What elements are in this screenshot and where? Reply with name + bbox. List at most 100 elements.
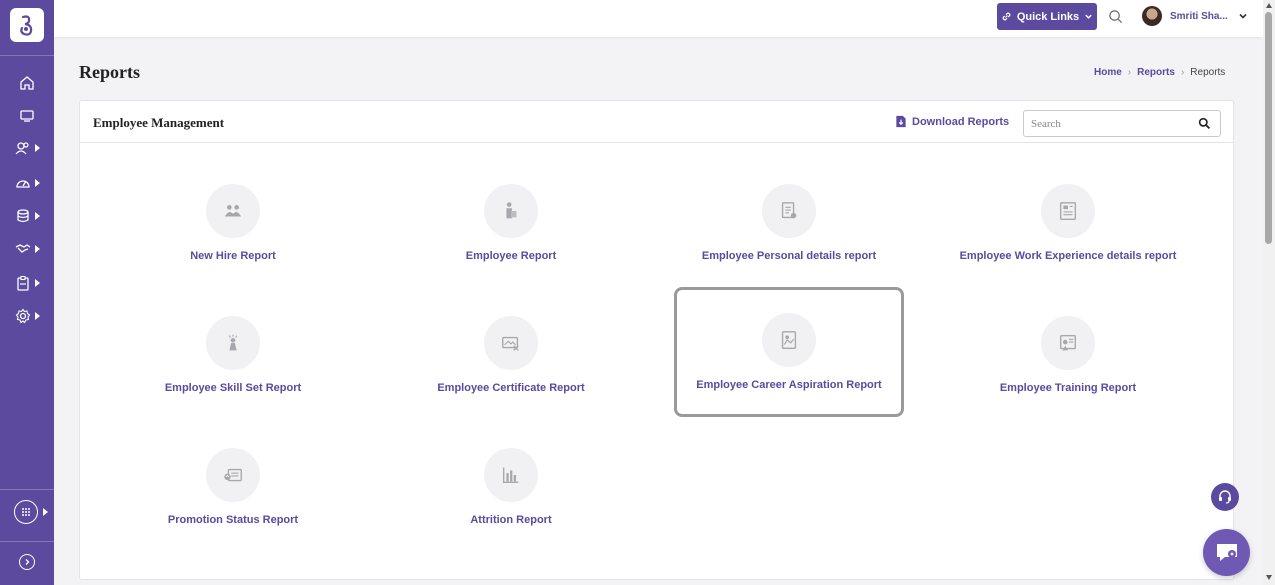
sidebar-expand-button[interactable] <box>19 554 35 570</box>
skill-set-icon <box>228 334 238 351</box>
gauge-icon <box>15 180 30 188</box>
user-name[interactable]: Smriti Sha... <box>1170 11 1228 22</box>
new-hire-icon <box>224 205 242 217</box>
report-label: Employee Personal details report <box>701 250 877 262</box>
download-reports-label: Download Reports <box>912 115 1010 128</box>
work-experience-icon <box>1059 202 1077 220</box>
tile-icon-circle <box>484 184 538 238</box>
download-reports-button[interactable]: Download Reports <box>895 115 1009 128</box>
chevron-right-icon <box>43 508 48 516</box>
tile-icon-circle <box>484 316 538 370</box>
employee-icon <box>506 202 517 219</box>
tile-icon-circle <box>1041 316 1095 370</box>
sidebar-item-users[interactable] <box>0 135 54 161</box>
chevron-right-icon <box>34 245 40 253</box>
chevron-right-icon <box>34 312 40 320</box>
sidebar-divider <box>0 55 54 56</box>
card-header: Employee Management Download Reports <box>80 101 1233 143</box>
chevron-down-icon[interactable] <box>1238 11 1248 21</box>
report-tile-certificate[interactable]: Employee Certificate Report <box>396 290 626 420</box>
report-label: Promotion Status Report <box>167 514 299 526</box>
tile-icon-circle <box>206 448 260 502</box>
chevron-right-icon <box>34 144 40 152</box>
breadcrumb-separator: › <box>1127 67 1132 78</box>
report-label: Employee Work Experience details report <box>959 250 1177 262</box>
certificate-icon <box>502 336 519 351</box>
avatar[interactable] <box>1142 6 1162 26</box>
scrollbar-thumb[interactable] <box>1265 12 1272 244</box>
handshake-icon <box>15 244 30 253</box>
clipboard-icon <box>16 275 29 291</box>
report-tile-promotion-status[interactable]: Promotion Status Report <box>118 422 348 552</box>
support-button[interactable] <box>1211 483 1239 511</box>
report-tile-skill-set[interactable]: Employee Skill Set Report <box>118 290 348 420</box>
tile-icon-circle <box>206 316 260 370</box>
search-icon[interactable] <box>1198 117 1211 130</box>
chevron-right-icon <box>25 559 30 565</box>
report-tile-career-aspiration[interactable]: Employee Career Aspiration Report <box>674 287 904 417</box>
scroll-down-arrow[interactable] <box>1266 575 1272 580</box>
grid-icon <box>22 508 30 516</box>
sidebar-divider <box>0 541 54 542</box>
sidebar-divider <box>0 489 54 490</box>
page-scrollbar[interactable] <box>1263 0 1275 585</box>
sidebar-item-home[interactable] <box>0 70 54 96</box>
report-tile-work-experience[interactable]: Employee Work Experience details report <box>953 158 1183 288</box>
page-title: Reports <box>79 62 140 82</box>
home-icon <box>20 76 34 90</box>
sidebar-item-database[interactable] <box>0 203 54 229</box>
sidebar <box>0 0 54 585</box>
chat-button[interactable] <box>1203 529 1250 576</box>
tile-icon-circle <box>762 184 816 238</box>
breadcrumb-home[interactable]: Home <box>1094 67 1122 78</box>
personal-details-icon <box>781 202 797 219</box>
report-search <box>1023 110 1221 137</box>
monitor-icon <box>20 110 34 122</box>
settings-icon <box>15 308 30 324</box>
reports-card: Employee Management Download Reports New… <box>79 100 1234 580</box>
sidebar-item-settings[interactable] <box>0 303 54 329</box>
headset-icon <box>1219 490 1231 504</box>
chevron-right-icon <box>34 279 40 287</box>
report-tile-personal-details[interactable]: Employee Personal details report <box>674 158 904 288</box>
report-label: Employee Report <box>465 250 557 262</box>
report-label: Employee Career Aspiration Report <box>696 379 882 391</box>
promotion-status-icon <box>224 468 242 482</box>
sidebar-item-clipboard[interactable] <box>0 270 54 296</box>
report-tile-attrition[interactable]: Attrition Report <box>396 422 626 552</box>
database-icon <box>16 209 29 223</box>
apps-grid-button[interactable] <box>14 500 38 524</box>
tile-icon-circle <box>1041 184 1095 238</box>
report-tile-employee[interactable]: Employee Report <box>396 158 626 288</box>
report-label: Attrition Report <box>470 514 552 526</box>
search-input[interactable] <box>1024 111 1198 136</box>
chevron-right-icon <box>34 179 40 187</box>
breadcrumb-current: Reports <box>1190 67 1226 78</box>
search-icon[interactable] <box>1108 9 1123 24</box>
training-icon <box>1059 334 1077 351</box>
tile-icon-circle <box>762 313 816 367</box>
tile-icon-circle <box>484 448 538 502</box>
chat-icon <box>1216 543 1237 561</box>
sidebar-item-dashboard[interactable] <box>0 170 54 196</box>
tile-icon-circle <box>206 184 260 238</box>
report-label: Employee Certificate Report <box>437 382 585 394</box>
sidebar-item-monitor[interactable] <box>0 103 54 129</box>
link-icon <box>1002 12 1011 21</box>
attrition-icon <box>502 467 519 484</box>
report-tile-new-hire[interactable]: New Hire Report <box>118 158 348 288</box>
breadcrumb-reports[interactable]: Reports <box>1137 67 1175 78</box>
quick-links-button[interactable]: Quick Links <box>997 3 1097 30</box>
report-tile-training[interactable]: Employee Training Report <box>953 290 1183 420</box>
quick-links-label: Quick Links <box>1016 10 1080 23</box>
sidebar-item-handshake[interactable] <box>0 236 54 262</box>
download-file-icon <box>896 115 906 128</box>
breadcrumb-separator: › <box>1180 67 1185 78</box>
app-logo-icon[interactable] <box>10 8 44 42</box>
card-title: Employee Management <box>93 115 225 130</box>
report-label: Employee Training Report <box>999 382 1137 394</box>
chevron-right-icon <box>34 212 40 220</box>
report-label: Employee Skill Set Report <box>164 382 302 394</box>
scroll-up-arrow[interactable] <box>1266 3 1272 8</box>
topbar: Quick Links Smriti Sha... <box>54 0 1263 37</box>
